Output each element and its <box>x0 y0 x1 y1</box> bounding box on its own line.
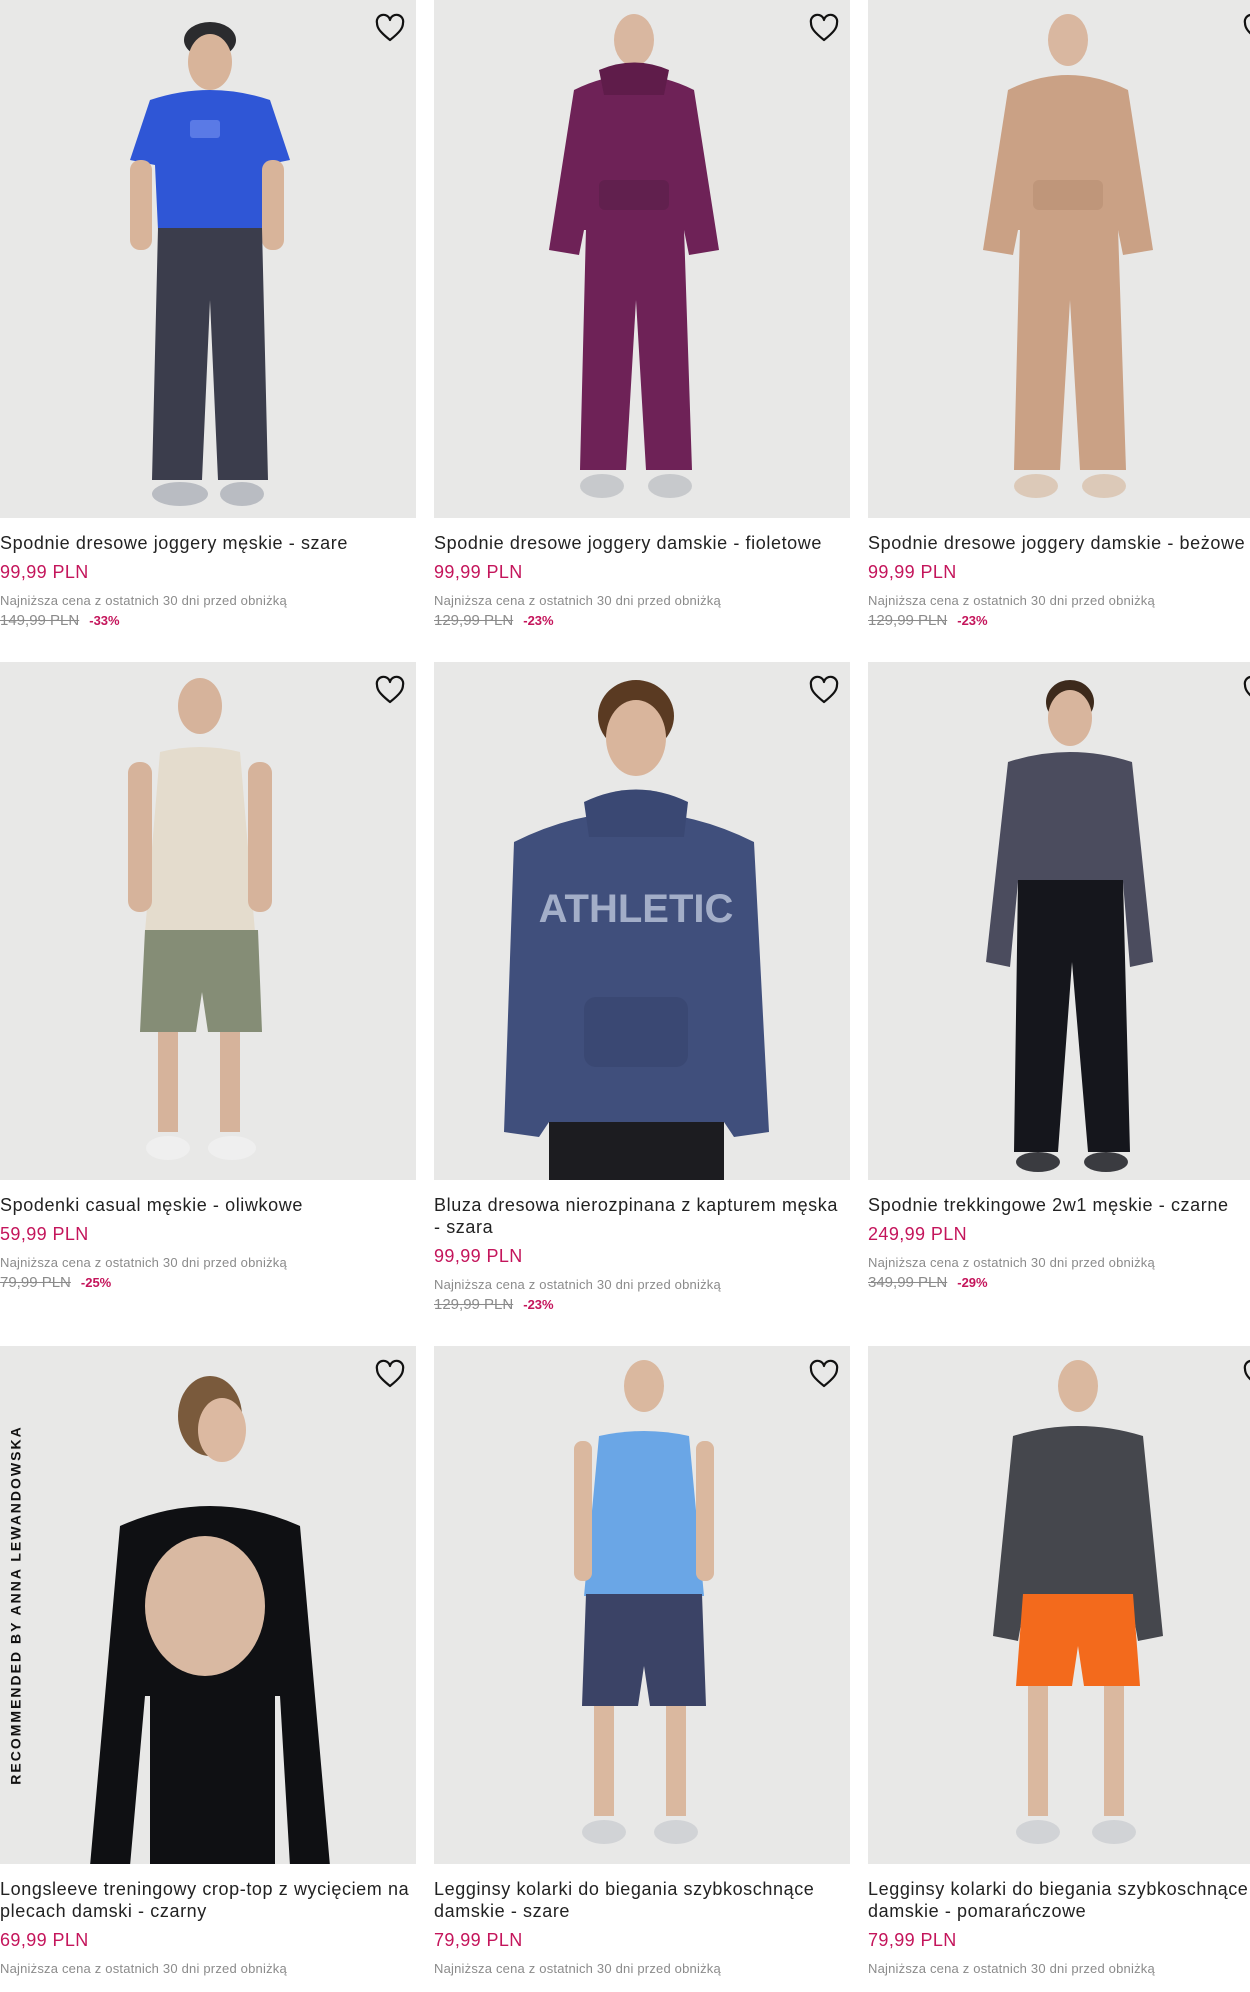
add-to-favorites-button[interactable] <box>372 1356 408 1392</box>
lowest-price-label: Najniższa cena z ostatnich 30 dni przed … <box>434 1961 721 1976</box>
add-to-favorites-button[interactable] <box>806 1356 842 1392</box>
discount-badge: -25% <box>80 1275 112 1290</box>
product-price: 249,99 PLN <box>868 1224 968 1244</box>
model-photo <box>868 662 1250 1180</box>
old-price: 349,99 PLN <box>868 1274 948 1291</box>
old-price: 129,99 PLN <box>434 1296 514 1313</box>
product-name[interactable]: Spodnie dresowe joggery męskie - szare <box>0 532 416 554</box>
product-price: 59,99 PLN <box>0 1224 89 1244</box>
heart-outline-icon <box>375 1359 405 1388</box>
heart-outline-icon <box>1243 13 1250 35</box>
model-photo: ATHLETIC <box>434 662 850 1180</box>
sweatshirt-print: ATHLETIC <box>539 887 734 931</box>
lowest-price-label: Najniższa cena z ostatnich 30 dni przed … <box>868 1961 1155 1976</box>
product-card[interactable]: Legginsy kolarki do biegania szybkoschną… <box>868 1346 1250 1976</box>
discount-badge: -23% <box>523 613 554 628</box>
lowest-price-label: Najniższa cena z ostatnich 30 dni przed … <box>0 593 287 608</box>
model-photo <box>0 0 416 518</box>
product-card[interactable]: Spodnie trekkingowe 2w1 męskie - czarne … <box>868 662 1250 1291</box>
product-image[interactable] <box>0 0 416 518</box>
add-to-favorites-button[interactable] <box>1240 1356 1250 1392</box>
old-price: 129,99 PLN <box>868 612 948 629</box>
product-name[interactable]: Legginsy kolarki do biegania szybkoschną… <box>434 1878 850 1922</box>
product-price: 79,99 PLN <box>434 1930 523 1950</box>
old-price: 79,99 PLN <box>0 1274 71 1291</box>
product-card[interactable]: Spodnie dresowe joggery damskie - fiolet… <box>434 0 850 629</box>
product-name[interactable]: Spodnie dresowe joggery damskie - beżowe <box>868 532 1250 554</box>
heart-outline-icon <box>1243 675 1250 697</box>
lowest-price-label: Najniższa cena z ostatnich 30 dni przed … <box>868 1255 1155 1270</box>
recommended-ribbon-text: RECOMMENDED BY ANNA LEWANDOWSKA <box>8 1425 24 1785</box>
product-card[interactable]: Spodnie dresowe joggery damskie - beżowe… <box>868 0 1250 629</box>
heart-outline-icon <box>809 1359 839 1388</box>
product-price: 99,99 PLN <box>434 1246 523 1266</box>
add-to-favorites-button[interactable] <box>372 10 408 46</box>
product-card[interactable]: Legginsy kolarki do biegania szybkoschną… <box>434 1346 850 1976</box>
discount-badge: -23% <box>523 1297 554 1312</box>
product-price: 69,99 PLN <box>0 1930 89 1950</box>
product-price: 99,99 PLN <box>868 562 957 582</box>
heart-outline-icon <box>809 13 839 42</box>
add-to-favorites-button[interactable] <box>1240 672 1250 708</box>
lowest-price-label: Najniższa cena z ostatnich 30 dni przed … <box>0 1961 287 1976</box>
add-to-favorites-button[interactable] <box>1240 10 1250 46</box>
product-image[interactable]: RECOMMENDED BY ANNA LEWANDOWSKA <box>0 1346 416 1864</box>
product-card[interactable]: Spodnie dresowe joggery męskie - szare 9… <box>0 0 416 629</box>
lowest-price-label: Najniższa cena z ostatnich 30 dni przed … <box>0 1255 287 1270</box>
lowest-price-label: Najniższa cena z ostatnich 30 dni przed … <box>434 1277 721 1292</box>
product-image[interactable]: ATHLETIC <box>434 662 850 1180</box>
model-photo <box>434 0 850 518</box>
model-photo <box>868 1346 1250 1864</box>
recommended-ribbon: RECOMMENDED BY ANNA LEWANDOWSKA <box>4 1346 28 1864</box>
product-image[interactable] <box>868 0 1250 518</box>
old-price: 129,99 PLN <box>434 612 514 629</box>
product-image[interactable] <box>0 662 416 1180</box>
product-card[interactable]: ATHLETIC Bluza dresowa nierozpinana z ka… <box>434 662 850 1313</box>
product-name[interactable]: Spodnie dresowe joggery damskie - fiolet… <box>434 532 850 554</box>
model-photo <box>0 1346 416 1864</box>
product-card[interactable]: Spodenki casual męskie - oliwkowe 59,99 … <box>0 662 416 1291</box>
lowest-price-label: Najniższa cena z ostatnich 30 dni przed … <box>434 593 721 608</box>
model-photo <box>0 662 416 1180</box>
old-price: 149,99 PLN <box>0 612 80 629</box>
product-price: 99,99 PLN <box>0 562 89 582</box>
product-name[interactable]: Spodenki casual męskie - oliwkowe <box>0 1194 416 1216</box>
heart-outline-icon <box>375 13 405 42</box>
product-image[interactable] <box>434 0 850 518</box>
product-name[interactable]: Bluza dresowa nierozpinana z kapturem mę… <box>434 1194 850 1238</box>
heart-outline-icon <box>809 675 839 704</box>
lowest-price-label: Najniższa cena z ostatnich 30 dni przed … <box>868 593 1155 608</box>
product-price: 99,99 PLN <box>434 562 523 582</box>
discount-badge: -33% <box>89 613 120 628</box>
model-photo <box>868 0 1250 518</box>
add-to-favorites-button[interactable] <box>372 672 408 708</box>
product-price: 79,99 PLN <box>868 1930 957 1950</box>
product-name[interactable]: Spodnie trekkingowe 2w1 męskie - czarne <box>868 1194 1250 1216</box>
add-to-favorites-button[interactable] <box>806 672 842 708</box>
product-name[interactable]: Legginsy kolarki do biegania szybkoschną… <box>868 1878 1250 1922</box>
product-name[interactable]: Longsleeve treningowy crop-top z wycięci… <box>0 1878 416 1922</box>
product-image[interactable] <box>868 1346 1250 1864</box>
product-card[interactable]: RECOMMENDED BY ANNA LEWANDOWSKA Longslee… <box>0 1346 416 1976</box>
discount-badge: -23% <box>957 613 988 628</box>
product-image[interactable] <box>868 662 1250 1180</box>
add-to-favorites-button[interactable] <box>806 10 842 46</box>
product-grid: Spodnie dresowe joggery męskie - szare 9… <box>0 0 1250 1992</box>
heart-outline-icon <box>375 675 405 704</box>
product-image[interactable] <box>434 1346 850 1864</box>
model-photo <box>434 1346 850 1864</box>
discount-badge: -29% <box>957 1275 988 1290</box>
heart-outline-icon <box>1243 1359 1250 1381</box>
